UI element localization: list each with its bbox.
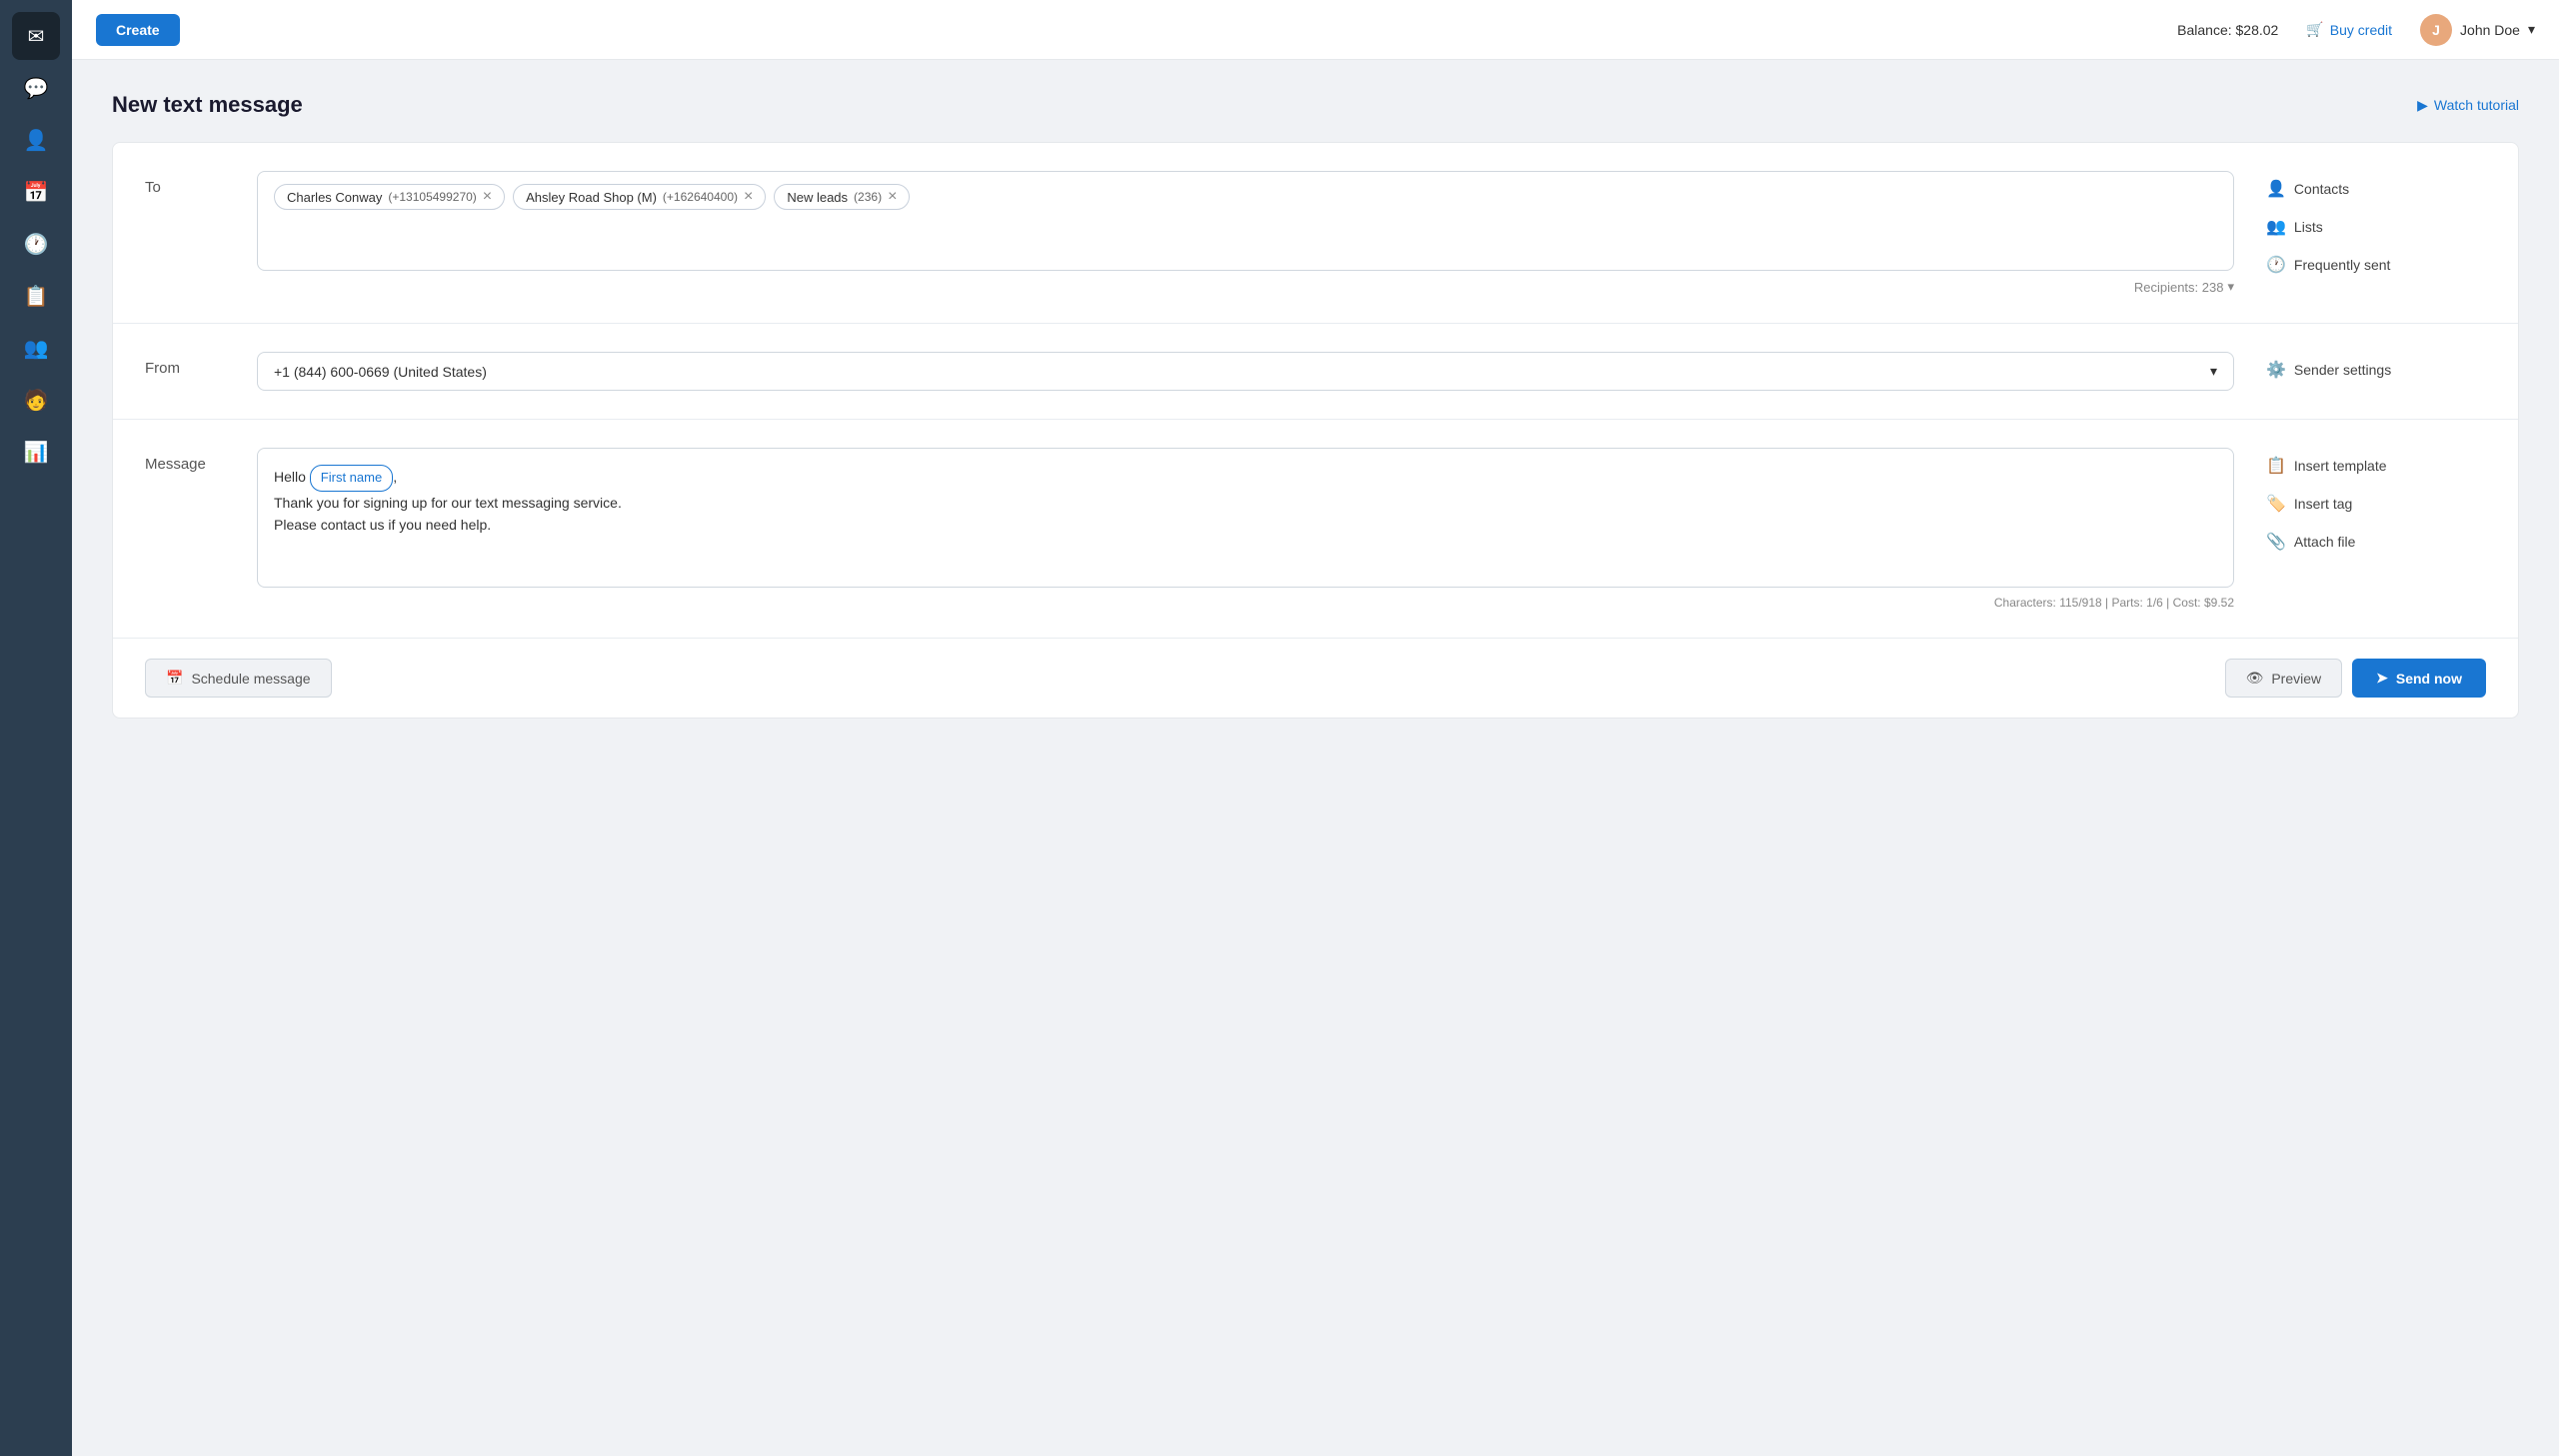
contacts-icon: 👤 xyxy=(24,128,49,153)
tasks-icon: 📋 xyxy=(24,284,49,309)
send-icon: ➤ xyxy=(2376,670,2388,687)
sidebar-item-history[interactable]: 🕐 xyxy=(12,220,60,268)
buy-credit-button[interactable]: 🛒 Buy credit xyxy=(2294,15,2404,44)
to-actions: 👤 Contacts 👥 Lists 🕐 Frequently sent xyxy=(2266,171,2486,279)
tag-icon: 🏷️ xyxy=(2266,494,2286,514)
compose-icon: ✉ xyxy=(28,24,45,49)
insert-template-action[interactable]: 📋 Insert template xyxy=(2266,452,2486,480)
from-select[interactable]: +1 (844) 600-0669 (United States) ▾ xyxy=(257,352,2234,391)
clock-icon: 🕐 xyxy=(2266,255,2286,275)
sidebar-item-tasks[interactable]: 📋 xyxy=(12,272,60,320)
user-menu[interactable]: J John Doe ▾ xyxy=(2420,14,2535,46)
contacts-action-icon: 👤 xyxy=(2266,179,2286,199)
watch-tutorial-link[interactable]: ▶ Watch tutorial xyxy=(2417,97,2519,114)
from-actions: ⚙️ Sender settings xyxy=(2266,352,2486,384)
template-icon: 📋 xyxy=(2266,456,2286,476)
compose-card: To Charles Conway (+13105499270) × Ahsle… xyxy=(112,142,2519,719)
cart-icon: 🛒 xyxy=(2306,21,2323,38)
recipient-tag[interactable]: Charles Conway (+13105499270) × xyxy=(274,184,505,210)
remove-recipient-1[interactable]: × xyxy=(483,189,492,205)
eye-icon: 👁 xyxy=(2246,670,2264,687)
schedule-button[interactable]: 📅 Schedule message xyxy=(145,659,332,698)
history-icon: 🕐 xyxy=(24,232,49,257)
to-field[interactable]: Charles Conway (+13105499270) × Ahsley R… xyxy=(257,171,2234,271)
topbar: Create Balance: $28.02 🛒 Buy credit J Jo… xyxy=(72,0,2559,60)
user-name: John Doe xyxy=(2460,22,2520,38)
bottom-row: 📅 Schedule message 👁 Preview ➤ Send now xyxy=(113,639,2518,718)
message-content: Hello First name, Thank you for signing … xyxy=(257,448,2234,610)
team-icon: 👥 xyxy=(24,336,49,361)
remove-recipient-2[interactable]: × xyxy=(744,189,753,205)
attach-file-action[interactable]: 📎 Attach file xyxy=(2266,528,2486,556)
chevron-down-icon: ▾ xyxy=(2227,279,2234,295)
page-header: New text message ▶ Watch tutorial xyxy=(112,92,2519,118)
message-input[interactable]: Hello First name, Thank you for signing … xyxy=(257,448,2234,588)
chevron-down-icon: ▾ xyxy=(2528,21,2535,38)
avatar: J xyxy=(2420,14,2452,46)
send-now-button[interactable]: ➤ Send now xyxy=(2352,659,2486,698)
messages-icon: 💬 xyxy=(24,76,49,101)
message-stats: Characters: 115/918 | Parts: 1/6 | Cost:… xyxy=(257,596,2234,610)
preview-button[interactable]: 👁 Preview xyxy=(2225,659,2343,698)
from-content: +1 (844) 600-0669 (United States) ▾ xyxy=(257,352,2234,391)
recipient-tag[interactable]: New leads (236) × xyxy=(774,184,910,210)
right-buttons: 👁 Preview ➤ Send now xyxy=(2225,659,2486,698)
content-area: New text message ▶ Watch tutorial To Cha… xyxy=(72,60,2559,1456)
remove-recipient-3[interactable]: × xyxy=(888,189,897,205)
sender-settings-action[interactable]: ⚙️ Sender settings xyxy=(2266,356,2486,384)
frequently-sent-action[interactable]: 🕐 Frequently sent xyxy=(2266,251,2486,279)
message-label: Message xyxy=(145,448,225,473)
insert-tag-action[interactable]: 🏷️ Insert tag xyxy=(2266,490,2486,518)
sidebar-item-analytics[interactable]: 📊 xyxy=(12,428,60,476)
contacts-action[interactable]: 👤 Contacts xyxy=(2266,175,2486,203)
sidebar-item-compose[interactable]: ✉ xyxy=(12,12,60,60)
sidebar-item-account[interactable]: 🧑 xyxy=(12,376,60,424)
paperclip-icon: 📎 xyxy=(2266,532,2286,552)
calendar-icon: 📅 xyxy=(24,180,49,205)
create-button[interactable]: Create xyxy=(96,14,180,46)
balance-display: Balance: $28.02 xyxy=(2177,22,2278,38)
analytics-icon: 📊 xyxy=(24,440,49,465)
gear-icon: ⚙️ xyxy=(2266,360,2286,380)
to-label: To xyxy=(145,171,225,196)
calendar-icon: 📅 xyxy=(166,670,183,687)
play-icon: ▶ xyxy=(2417,97,2428,114)
dropdown-icon: ▾ xyxy=(2210,363,2217,380)
sidebar-item-contacts[interactable]: 👤 xyxy=(12,116,60,164)
lists-action[interactable]: 👥 Lists xyxy=(2266,213,2486,241)
sidebar-item-messages[interactable]: 💬 xyxy=(12,64,60,112)
page-title: New text message xyxy=(112,92,303,118)
main-area: Create Balance: $28.02 🛒 Buy credit J Jo… xyxy=(72,0,2559,1456)
sidebar-item-calendar[interactable]: 📅 xyxy=(12,168,60,216)
message-section: Message Hello First name, Thank you for … xyxy=(113,420,2518,639)
to-section: To Charles Conway (+13105499270) × Ahsle… xyxy=(113,143,2518,324)
message-actions: 📋 Insert template 🏷️ Insert tag 📎 Attach… xyxy=(2266,448,2486,556)
from-label: From xyxy=(145,352,225,377)
from-section: From +1 (844) 600-0669 (United States) ▾… xyxy=(113,324,2518,420)
recipients-count: Recipients: 238 ▾ xyxy=(257,279,2234,295)
recipient-tag[interactable]: Ahsley Road Shop (M) (+162640400) × xyxy=(513,184,766,210)
to-content: Charles Conway (+13105499270) × Ahsley R… xyxy=(257,171,2234,295)
sidebar: ✉ 💬 👤 📅 🕐 📋 👥 🧑 📊 xyxy=(0,0,72,1456)
account-icon: 🧑 xyxy=(24,388,49,413)
sidebar-item-team[interactable]: 👥 xyxy=(12,324,60,372)
first-name-tag[interactable]: First name xyxy=(310,465,393,492)
lists-action-icon: 👥 xyxy=(2266,217,2286,237)
